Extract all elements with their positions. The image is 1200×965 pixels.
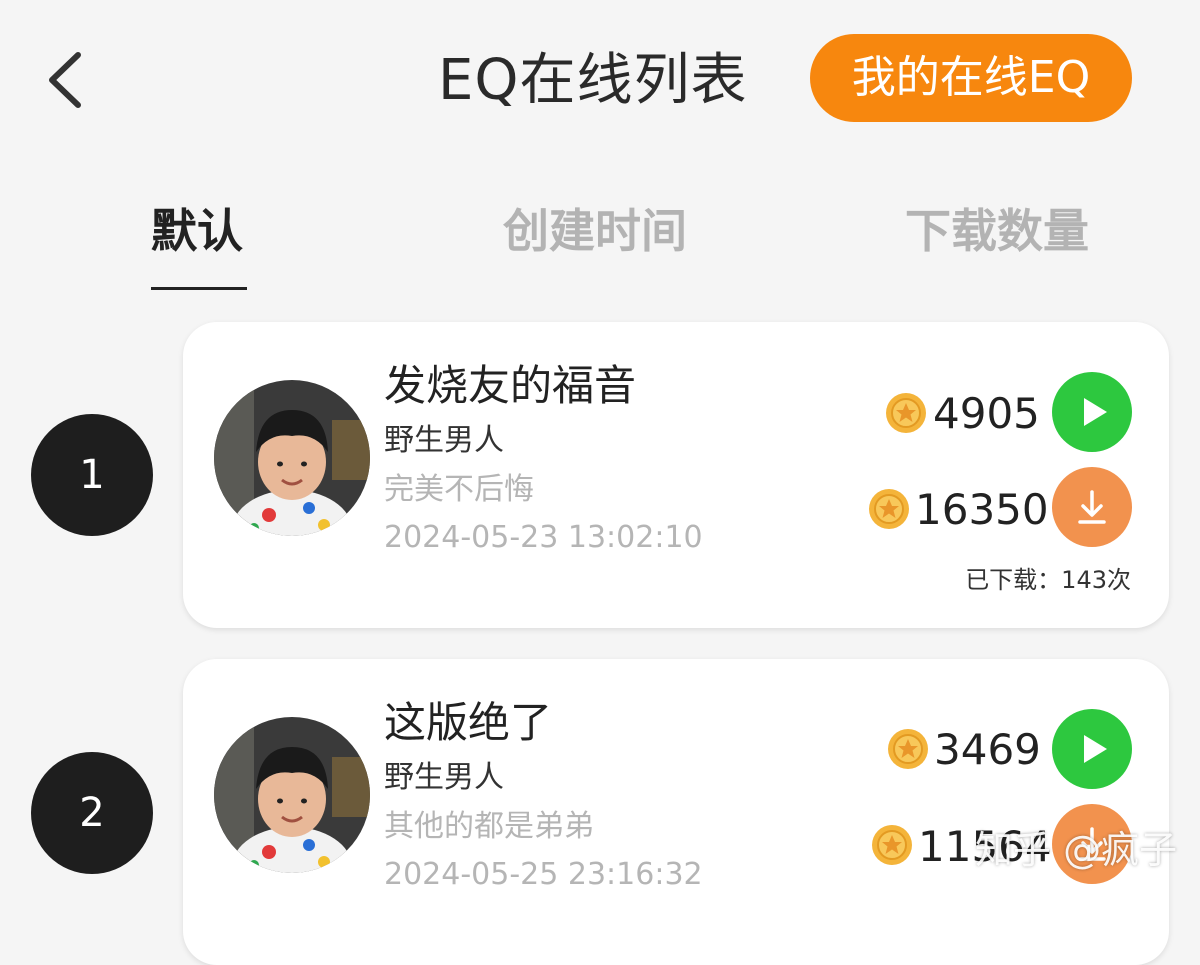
sort-tabs: 默认 创建时间 下载数量 bbox=[0, 195, 1200, 295]
avatar-image bbox=[214, 717, 370, 873]
my-online-eq-button[interactable]: 我的在线EQ bbox=[810, 34, 1132, 122]
tab-download-count[interactable]: 下载数量 bbox=[905, 195, 1089, 267]
tab-default[interactable]: 默认 bbox=[151, 195, 243, 267]
active-tab-indicator bbox=[151, 287, 247, 290]
eq-list-item[interactable]: 发烧友的福音 野生男人 完美不后悔 2024-05-23 13:02:10 49… bbox=[183, 322, 1169, 628]
eq-list-item[interactable]: 这版绝了 野生男人 其他的都是弟弟 2024-05-25 23:16:32 34… bbox=[183, 659, 1169, 965]
chevron-left-icon bbox=[49, 52, 81, 108]
play-button[interactable] bbox=[1052, 372, 1132, 452]
price-download: 16350 bbox=[915, 485, 1049, 534]
avatar-image bbox=[214, 380, 370, 536]
eq-created-date: 2024-05-23 13:02:10 bbox=[384, 520, 703, 555]
tab-created-time[interactable]: 创建时间 bbox=[503, 195, 687, 267]
avatar bbox=[214, 380, 370, 536]
eq-description: 其他的都是弟弟 bbox=[384, 809, 594, 844]
eq-description: 完美不后悔 bbox=[384, 472, 534, 507]
play-icon bbox=[1084, 735, 1107, 763]
coin-icon bbox=[887, 728, 929, 770]
price-play: 3469 bbox=[934, 725, 1041, 774]
header-bar: EQ在线列表 我的在线EQ bbox=[0, 0, 1200, 160]
coin-icon bbox=[868, 488, 910, 530]
download-button[interactable] bbox=[1052, 804, 1132, 884]
avatar bbox=[214, 717, 370, 873]
eq-title: 发烧友的福音 bbox=[384, 361, 637, 410]
play-icon bbox=[1084, 398, 1107, 426]
price-download: 11564 bbox=[918, 822, 1052, 871]
back-button[interactable] bbox=[38, 45, 98, 115]
eq-title: 这版绝了 bbox=[384, 698, 553, 747]
coin-icon bbox=[885, 392, 927, 434]
play-button[interactable] bbox=[1052, 709, 1132, 789]
download-count: 已下载：143次 bbox=[965, 566, 1131, 594]
eq-created-date: 2024-05-25 23:16:32 bbox=[384, 857, 703, 892]
rank-badge: 2 bbox=[31, 752, 153, 874]
rank-badge: 1 bbox=[31, 414, 153, 536]
page-title: EQ在线列表 bbox=[438, 48, 748, 113]
eq-author: 野生男人 bbox=[384, 423, 504, 458]
download-icon bbox=[1078, 827, 1106, 861]
price-play: 4905 bbox=[933, 389, 1040, 438]
download-icon bbox=[1078, 490, 1106, 524]
download-button[interactable] bbox=[1052, 467, 1132, 547]
coin-icon bbox=[871, 824, 913, 866]
eq-author: 野生男人 bbox=[384, 760, 504, 795]
